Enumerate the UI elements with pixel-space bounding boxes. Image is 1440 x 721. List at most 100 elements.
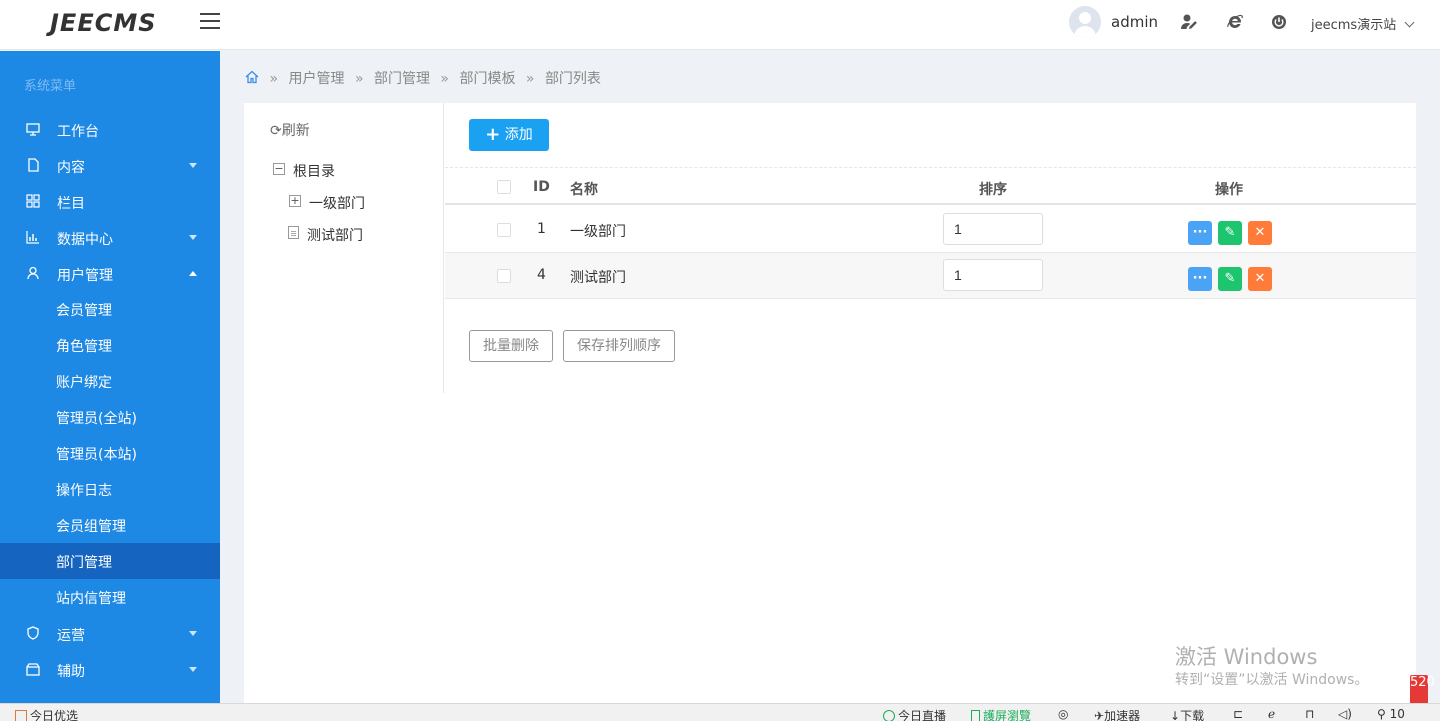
statusbar-zoom[interactable]: ⚲ 10 <box>1377 707 1405 721</box>
ie-browser-icon[interactable] <box>1225 13 1245 33</box>
more-icon[interactable]: ··· <box>1188 267 1212 291</box>
sidebar-item-label: 工作台 <box>57 124 99 140</box>
more-icon[interactable]: ··· <box>1188 221 1212 245</box>
breadcrumb-item-current: 部门列表 <box>544 71 601 87</box>
main-panel: ⟳刷新 − 根目录 + 一级部门 测试部门 + 添加 ID 名称 排序 操作 1… <box>244 103 1416 703</box>
tree-collapse-icon[interactable]: − <box>273 163 285 175</box>
sidebar-subitem-label: 管理员(全站) <box>56 411 137 427</box>
sidebar-item-label: 辅助 <box>57 664 85 680</box>
sidebar-subitem-label: 会员组管理 <box>56 519 126 535</box>
statusbar-label: 下载 <box>1180 709 1205 721</box>
statusbar-item-download[interactable]: ↓下载 <box>1170 707 1204 721</box>
sidebar-subitem-label: 角色管理 <box>56 339 112 355</box>
user-edit-icon[interactable] <box>1179 13 1199 33</box>
tree-node-dept[interactable]: 一级部门 <box>309 193 365 213</box>
logo[interactable]: JEECMS <box>50 9 157 37</box>
power-icon[interactable] <box>1269 13 1289 33</box>
statusbar-window-icon[interactable]: ⊏ <box>1233 707 1243 721</box>
tree-expand-icon[interactable]: + <box>289 195 301 207</box>
site-selector[interactable]: jeecms演示站 <box>1311 14 1415 33</box>
edit-icon[interactable]: ✎ <box>1218 221 1242 245</box>
gift-icon <box>15 710 27 721</box>
bar-chart-icon <box>25 230 41 246</box>
refresh-label: 刷新 <box>281 123 310 139</box>
sidebar-subitem-admin-site[interactable]: 管理员(本站) <box>0 435 220 471</box>
sort-input[interactable] <box>943 213 1043 245</box>
add-button-label: 添加 <box>504 127 533 143</box>
statusbar-label: 護屏瀏覽 <box>983 709 1032 721</box>
statusbar-volume-icon[interactable]: ◁) <box>1338 707 1352 721</box>
delete-icon[interactable]: ✕ <box>1248 267 1272 291</box>
statusbar-item-live[interactable]: 今日直播 <box>883 707 946 721</box>
statusbar-item-today-picks[interactable]: 今日优选 <box>15 707 78 721</box>
row-name: 一级部门 <box>570 224 626 240</box>
shield-icon <box>25 626 41 642</box>
table-row: 4 测试部门 ··· ✎ ✕ <box>445 253 1416 299</box>
breadcrumb-item[interactable]: 用户管理 <box>288 71 344 87</box>
row-checkbox[interactable] <box>497 223 511 237</box>
sidebar-subitem-site-message[interactable]: 站内信管理 <box>0 579 220 615</box>
delete-icon[interactable]: ✕ <box>1248 221 1272 245</box>
column-header-sort: 排序 <box>979 182 1007 198</box>
sidebar-subitem-account-binding[interactable]: 账户绑定 <box>0 363 220 399</box>
row-name: 测试部门 <box>570 270 626 286</box>
sidebar-item-label: 运营 <box>57 628 85 644</box>
sidebar-subitem-label: 账户绑定 <box>56 375 112 391</box>
file-icon <box>288 226 299 239</box>
sidebar-item-content[interactable]: 内容 <box>0 148 220 184</box>
tree-node-dept[interactable]: 测试部门 <box>307 225 363 245</box>
department-tree: ⟳刷新 − 根目录 + 一级部门 测试部门 <box>244 103 444 393</box>
statusbar-ie-icon[interactable]: ℯ <box>1268 707 1275 721</box>
batch-delete-button[interactable]: 批量删除 <box>469 330 553 362</box>
row-id: 1 <box>537 221 546 237</box>
avatar[interactable] <box>1069 6 1101 38</box>
sidebar-item-data-center[interactable]: 数据中心 <box>0 220 220 256</box>
sidebar-item-columns[interactable]: 栏目 <box>0 184 220 220</box>
monitor-icon <box>25 122 41 138</box>
grid-icon <box>25 194 41 210</box>
top-header: JEECMS admin jeecms演示站 <box>0 0 1440 50</box>
plus-icon: + <box>485 124 501 145</box>
sidebar-item-operations[interactable]: 运营 <box>0 616 220 652</box>
home-icon[interactable] <box>245 70 259 84</box>
caret-up-icon <box>189 271 197 276</box>
refresh-icon: ⟳ <box>270 123 282 139</box>
sidebar-subitem-admin-all[interactable]: 管理员(全站) <box>0 399 220 435</box>
tree-node-root[interactable]: 根目录 <box>293 161 335 181</box>
statusbar-refresh-icon[interactable]: ◎ <box>1058 707 1068 721</box>
sidebar-subitem-member[interactable]: 会员管理 <box>0 291 220 327</box>
statusbar-label: 10 <box>1389 707 1405 721</box>
caret-down-icon <box>189 631 197 636</box>
statusbar-label: 加速器 <box>1104 709 1141 721</box>
statusbar-item-accelerator[interactable]: ✈加速器 <box>1094 707 1140 721</box>
breadcrumb-separator: » <box>525 71 535 87</box>
breadcrumb-item[interactable]: 部门管理 <box>374 71 430 87</box>
sidebar-subitem-role[interactable]: 角色管理 <box>0 327 220 363</box>
sort-input[interactable] <box>943 259 1043 291</box>
sidebar-subitem-operation-log[interactable]: 操作日志 <box>0 471 220 507</box>
sidebar-subitem-label: 操作日志 <box>56 483 112 499</box>
user-icon <box>25 266 41 282</box>
sidebar-subitem-department[interactable]: 部门管理 <box>0 543 220 579</box>
windows-watermark-title: 激活 Windows <box>1175 645 1318 669</box>
add-button[interactable]: + 添加 <box>469 119 549 151</box>
sidebar-item-workbench[interactable]: 工作台 <box>0 112 220 148</box>
select-all-checkbox[interactable] <box>497 180 511 194</box>
box-icon <box>25 662 41 678</box>
windows-watermark-subtitle: 转到“设置”以激活 Windows。 <box>1175 672 1369 688</box>
save-order-button[interactable]: 保存排列顺序 <box>563 330 675 362</box>
site-name: jeecms演示站 <box>1311 18 1397 33</box>
refresh-button[interactable]: ⟳刷新 <box>270 120 310 140</box>
sidebar-subitem-member-group[interactable]: 会员组管理 <box>0 507 220 543</box>
row-checkbox[interactable] <box>497 269 511 283</box>
sidebar-item-user-management[interactable]: 用户管理 <box>0 256 220 292</box>
edit-icon[interactable]: ✎ <box>1218 267 1242 291</box>
menu-toggle-icon[interactable] <box>200 13 220 31</box>
username[interactable]: admin <box>1111 13 1158 31</box>
sidebar-item-assist[interactable]: 辅助 <box>0 652 220 688</box>
statusbar-split-icon[interactable]: ⊓ <box>1305 707 1314 721</box>
sidebar-item-label: 数据中心 <box>57 232 113 248</box>
breadcrumb-item[interactable]: 部门模板 <box>459 71 515 87</box>
statusbar-item-eye-care[interactable]: 護屏瀏覽 <box>971 707 1031 721</box>
download-icon: ↓ <box>1170 709 1181 721</box>
